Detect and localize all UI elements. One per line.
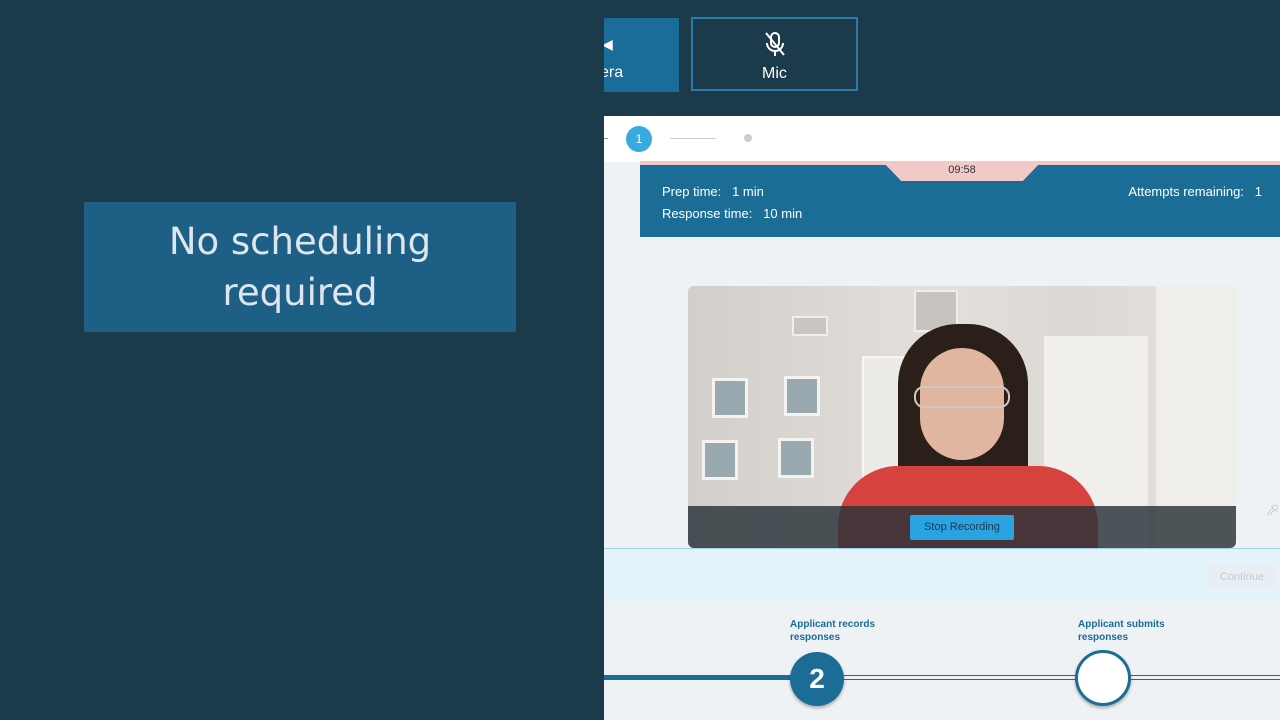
- timeline-step3-label: Applicant submits responses: [1078, 619, 1165, 643]
- camera-label: era: [604, 64, 624, 81]
- timeline-step2-label: Applicant records responses: [790, 619, 876, 643]
- continue-button[interactable]: Continue: [1208, 565, 1276, 589]
- timeline-step3: [1075, 650, 1131, 706]
- stop-recording-button[interactable]: Stop Recording: [910, 515, 1014, 540]
- left-panel: No scheduling required: [0, 0, 604, 720]
- prep-time: Prep time: 1 min: [662, 184, 764, 199]
- timeline-step2: 2: [790, 652, 844, 706]
- attempts-label: Attempts remaining:: [1128, 184, 1244, 199]
- mic-muted-icon: [763, 31, 787, 64]
- stepper-line-left: [604, 138, 608, 139]
- step-next[interactable]: [744, 134, 752, 142]
- video-vent: [792, 316, 828, 336]
- timeline-progress-line: [604, 675, 816, 680]
- interview-app: ◀ era Mic 1 Prep time: 1 min Response ti…: [604, 0, 1280, 720]
- mic-label: Mic: [762, 65, 787, 82]
- video-wall-frame: [784, 376, 820, 416]
- response-time-value: 10 min: [763, 206, 803, 221]
- response-time: Response time: 10 min: [662, 206, 802, 221]
- headline-text: No scheduling required: [168, 220, 432, 314]
- prep-time-value: 1 min: [732, 184, 764, 199]
- stepper-line: [670, 138, 716, 139]
- video-wall-frame: [702, 440, 738, 480]
- video-wall-frame: [712, 378, 748, 418]
- prep-time-label: Prep time:: [662, 184, 722, 199]
- mic-button[interactable]: Mic: [691, 17, 858, 91]
- headline-box: No scheduling required: [84, 202, 516, 332]
- video-wall-frame: [778, 438, 814, 478]
- video-person-glasses: [914, 386, 1010, 408]
- countdown-timer: 09:58: [882, 161, 1042, 181]
- camera-icon: ◀: [604, 36, 613, 52]
- question-stepper: 1: [604, 116, 1280, 162]
- continue-bar: Continue: [604, 548, 1280, 603]
- step-current[interactable]: 1: [626, 126, 652, 152]
- response-time-label: Response time:: [662, 206, 753, 221]
- attempts-remaining: Attempts remaining: 1: [1128, 184, 1262, 199]
- media-toolbar: ◀ era Mic: [604, 0, 1280, 116]
- video-preview: Stop Recording: [688, 286, 1236, 548]
- attempts-value: 1: [1254, 184, 1262, 199]
- timeline-line: [816, 675, 1280, 680]
- process-timeline: Applicant records responses 2 Applicant …: [604, 602, 1280, 720]
- camera-button[interactable]: ◀ era: [604, 18, 679, 92]
- mouse-cursor-icon: ➚: [1266, 502, 1280, 519]
